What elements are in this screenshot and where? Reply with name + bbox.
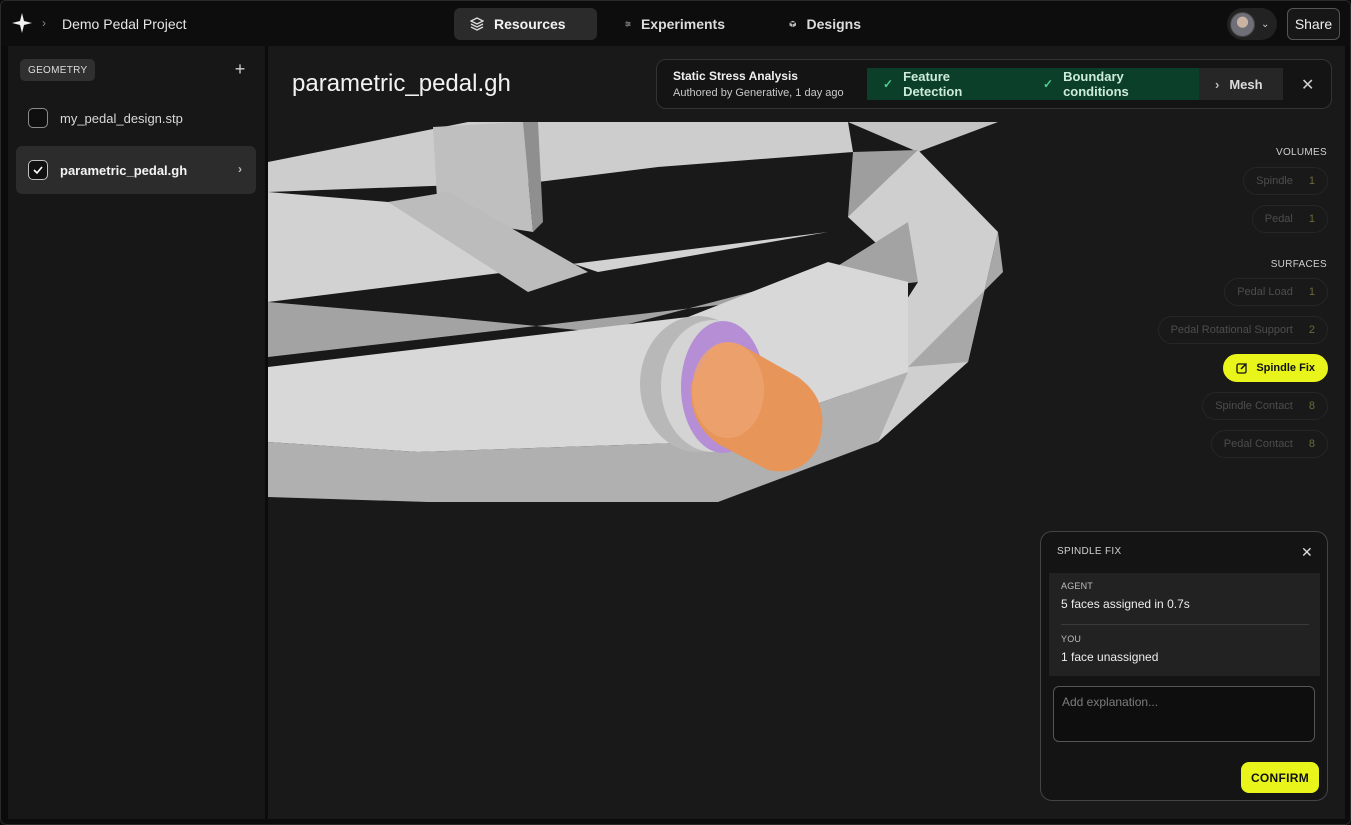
geometry-section-label[interactable]: GEOMETRY	[20, 59, 96, 81]
pedal-frame-upper-band	[268, 122, 853, 192]
chevron-right-icon: ›	[1215, 76, 1220, 92]
tab-resources[interactable]: Resources	[454, 8, 597, 40]
chevron-right-icon[interactable]: ›	[238, 162, 242, 176]
dialog-title: SPINDLE FIX	[1057, 546, 1122, 557]
step-label: Boundary conditions	[1063, 69, 1129, 99]
check-icon: ✓	[1043, 77, 1054, 91]
checkmark-icon	[33, 166, 43, 175]
check-icon: ✓	[883, 77, 894, 91]
file-item-parametric-pedal[interactable]: parametric_pedal.gh ›	[16, 146, 256, 194]
step-boundary-conditions[interactable]: ✓ Boundary conditions	[1027, 68, 1199, 100]
you-label: YOU	[1061, 634, 1082, 644]
tag-label: Pedal Load	[1237, 286, 1293, 298]
main-panel: parametric_pedal.gh Static Stress Analys…	[268, 46, 1345, 819]
spindle-fix-dialog: SPINDLE FIX ✕ AGENT 5 faces assigned in …	[1040, 531, 1328, 801]
tab-designs[interactable]: Designs	[773, 8, 877, 40]
share-button[interactable]: Share	[1287, 8, 1340, 40]
sparkle-logo-icon[interactable]	[12, 13, 32, 33]
you-value: 1 face unassigned	[1061, 650, 1159, 664]
tag-label: Pedal Rotational Support	[1170, 324, 1293, 336]
file-name: my_pedal_design.stp	[60, 110, 183, 126]
tag-pedal[interactable]: Pedal 1	[1251, 205, 1328, 233]
file-checkbox[interactable]	[28, 160, 48, 180]
project-name[interactable]: Demo Pedal Project	[62, 16, 187, 32]
tag-label: Spindle	[1256, 175, 1293, 187]
assignment-summary: AGENT 5 faces assigned in 0.7s YOU 1 fac…	[1049, 573, 1320, 676]
tag-count: 2	[1308, 324, 1315, 336]
cube-icon	[789, 20, 797, 28]
tag-pedal-contact[interactable]: Pedal Contact 8	[1210, 430, 1328, 458]
sidebar: GEOMETRY + my_pedal_design.stp parametri…	[8, 46, 265, 819]
page-title: parametric_pedal.gh	[292, 70, 511, 97]
tab-experiments[interactable]: Experiments	[609, 8, 741, 40]
tag-pedal-rotational-support[interactable]: Pedal Rotational Support 2	[1157, 316, 1328, 344]
volumes-label: VOLUMES	[1275, 147, 1327, 158]
close-icon[interactable]: ✕	[1301, 544, 1313, 561]
tag-count: 8	[1308, 400, 1315, 412]
confirm-button[interactable]: CONFIRM	[1241, 762, 1319, 793]
divider	[1061, 624, 1309, 625]
step-label: Feature Detection	[903, 69, 963, 99]
tag-count: 1	[1308, 286, 1315, 298]
plus-icon[interactable]: +	[232, 60, 248, 78]
explanation-input[interactable]	[1053, 686, 1315, 742]
spindle-end-face	[692, 342, 764, 438]
tag-count: 1	[1308, 213, 1315, 225]
surfaces-label: SURFACES	[1270, 259, 1327, 270]
tag-spindle[interactable]: Spindle 1	[1243, 167, 1328, 195]
app-window: › Demo Pedal Project Resources Experimen…	[0, 0, 1351, 825]
tag-label: Pedal	[1264, 213, 1293, 225]
tab-label: Designs	[806, 16, 861, 32]
tag-label: Spindle Fix	[1256, 362, 1315, 374]
tag-label: Pedal Contact	[1223, 438, 1293, 450]
file-name: parametric_pedal.gh	[60, 162, 188, 178]
tab-label: Experiments	[640, 16, 725, 32]
layers-icon	[470, 17, 484, 31]
tag-label: Spindle Contact	[1215, 400, 1293, 412]
agent-label: AGENT	[1061, 581, 1094, 591]
tag-pedal-load[interactable]: Pedal Load 1	[1224, 278, 1328, 306]
analysis-stage-panel: Static Stress Analysis Authored by Gener…	[656, 59, 1332, 109]
breadcrumb-chevron-icon: ›	[42, 16, 46, 30]
step-label: Mesh	[1229, 76, 1263, 92]
analysis-subtitle: Authored by Generative, 1 day ago	[673, 87, 844, 99]
step-feature-detection[interactable]: ✓ Feature Detection	[867, 68, 1027, 100]
agent-value: 5 faces assigned in 0.7s	[1061, 597, 1190, 611]
sliders-icon	[625, 21, 631, 27]
tag-count: 1	[1308, 175, 1315, 187]
tag-spindle-fix[interactable]: Spindle Fix	[1223, 354, 1328, 382]
tag-count: 8	[1308, 438, 1315, 450]
top-bar: › Demo Pedal Project Resources Experimen…	[1, 1, 1350, 46]
edit-icon	[1236, 362, 1248, 374]
chevron-down-icon: ⌄	[1261, 18, 1270, 30]
avatar	[1230, 11, 1255, 37]
file-checkbox[interactable]	[28, 108, 48, 128]
file-item-my-pedal-design[interactable]: my_pedal_design.stp	[16, 94, 256, 142]
step-mesh[interactable]: › Mesh	[1199, 68, 1283, 100]
tag-spindle-contact[interactable]: Spindle Contact 8	[1202, 392, 1328, 420]
close-icon[interactable]: ✕	[1301, 75, 1314, 95]
tab-label: Resources	[494, 16, 566, 32]
account-menu-button[interactable]: ⌄	[1227, 8, 1277, 40]
analysis-title: Static Stress Analysis	[673, 69, 798, 83]
